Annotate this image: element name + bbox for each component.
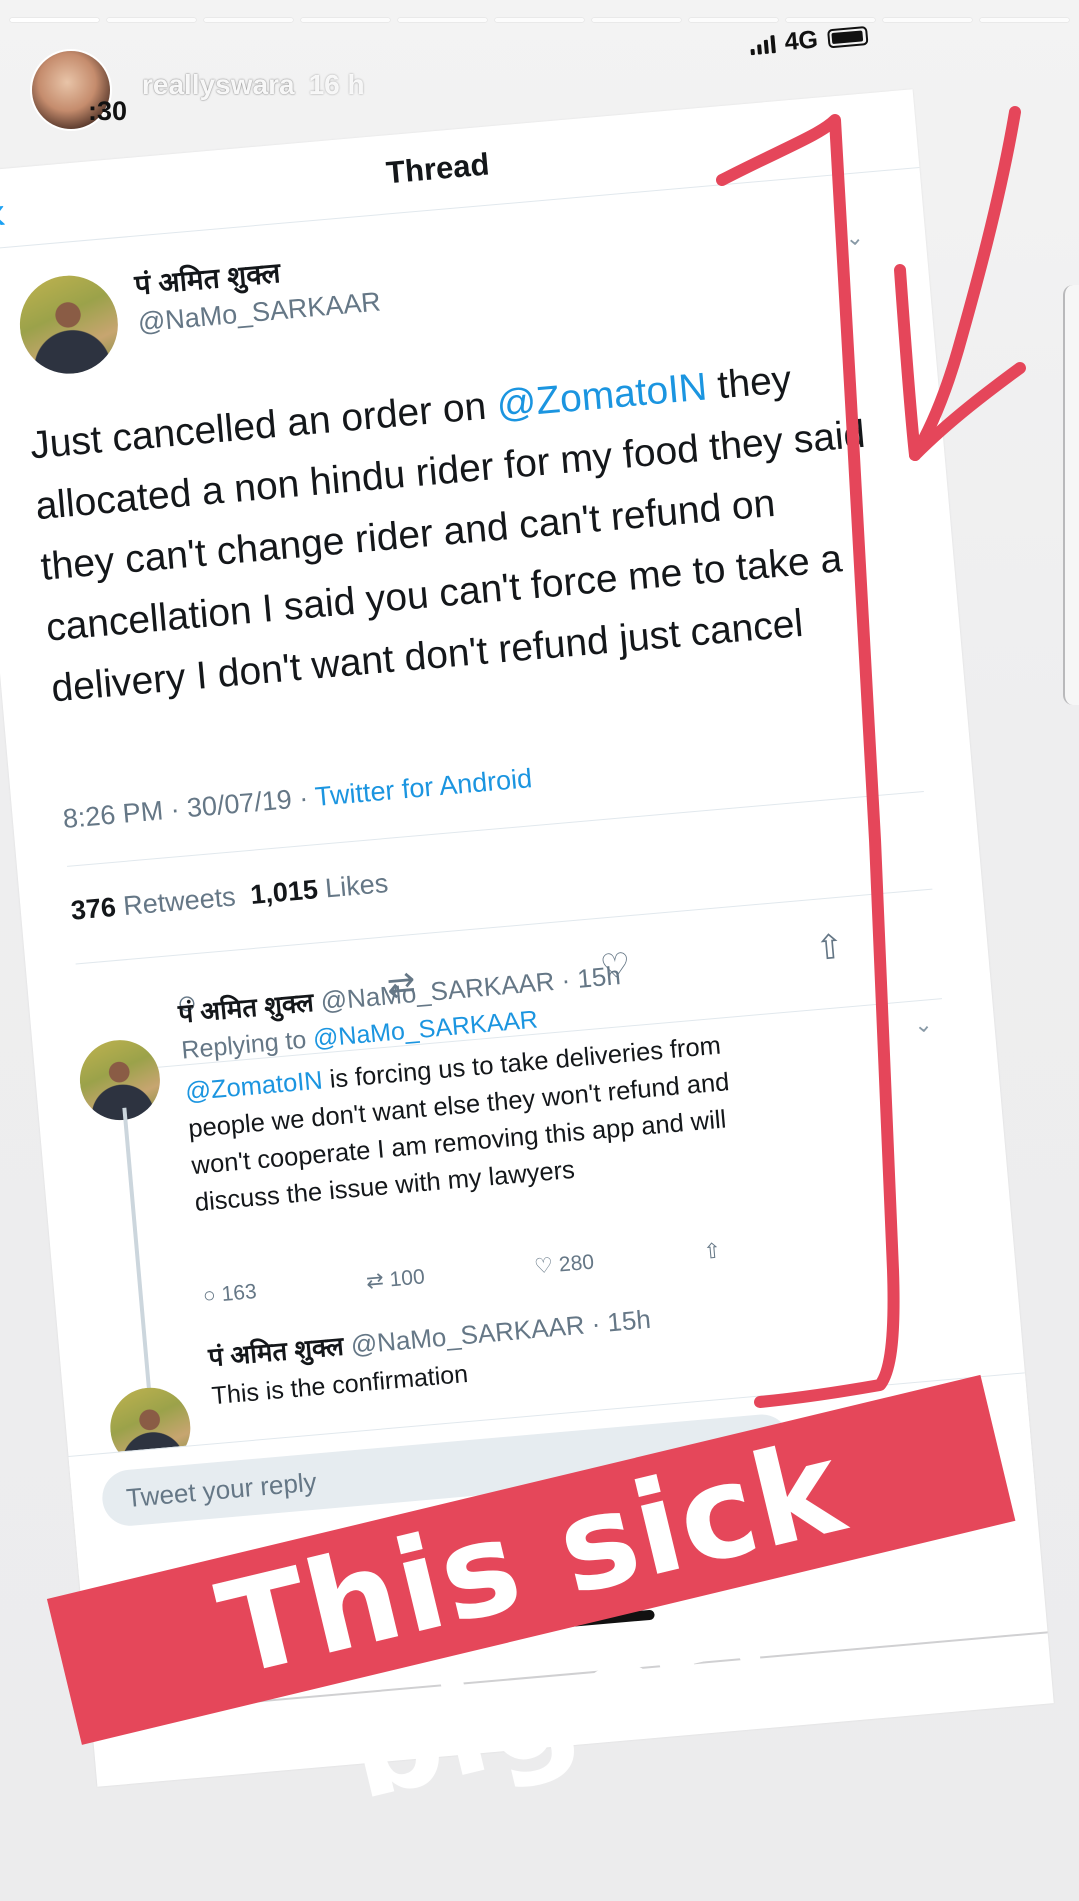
share-button[interactable]: ⇧ (702, 1238, 723, 1264)
story-progress-segment (204, 18, 293, 22)
tweet-text: Just cancelled an order on @ZomatoIN the… (28, 342, 901, 720)
story-time: 16 h (308, 69, 365, 100)
tweet-source-link[interactable]: Twitter for Android (314, 763, 533, 812)
retweet-button[interactable]: ⇄ 100 (365, 1264, 426, 1294)
like-label: Likes (323, 868, 390, 904)
story-progress-segment (495, 18, 584, 22)
chevron-down-icon[interactable]: ⌄ (844, 224, 865, 252)
story-progress (10, 18, 1069, 24)
retweet-icon: ⇄ (365, 1268, 385, 1294)
like-icon: ♡ (533, 1254, 555, 1279)
retweet-count: 100 (388, 1264, 426, 1291)
side-tab (1063, 285, 1079, 705)
reply-handle-time: @NaMo_SARKAAR · 15h (349, 1303, 652, 1360)
story-progress-segment (689, 18, 778, 22)
mention-link[interactable]: @ZomatoIN (495, 365, 709, 426)
reply-actions: ○ 163 ⇄ 100 ♡ 280 ⇧ (202, 1238, 722, 1308)
reply-count: 163 (220, 1279, 258, 1306)
signal-icon (749, 34, 776, 55)
reply-text-body: is forcing us to take deliveries from pe… (187, 1031, 731, 1217)
replying-to-label: Replying to (180, 1025, 315, 1065)
chevron-down-icon[interactable]: ⌄ (913, 1011, 934, 1039)
story-progress-segment (883, 18, 972, 22)
thread-connector (122, 1107, 151, 1389)
story-progress-segment (980, 18, 1069, 22)
story-username[interactable]: reallyswara (142, 69, 295, 101)
reply-button[interactable]: ○ 163 (202, 1279, 258, 1309)
story-progress-segment (10, 18, 99, 22)
retweet-label: Retweets (122, 881, 237, 922)
share-icon[interactable]: ⇧ (798, 925, 861, 970)
avatar[interactable] (76, 1036, 164, 1124)
story-progress-segment (107, 18, 196, 22)
like-button[interactable]: ♡ 280 (533, 1250, 595, 1280)
network-label: 4G (783, 25, 820, 57)
like-count: 280 (557, 1250, 595, 1276)
reply-author-name[interactable]: पं अमित शुक्ल (177, 987, 315, 1029)
tweet-timestamp: 8:26 PM · 30/07/19 · (61, 782, 317, 835)
mention-link[interactable]: @ZomatoIN (184, 1066, 324, 1106)
story-header[interactable]: reallyswara 16 h (30, 49, 365, 131)
share-icon: ⇧ (702, 1239, 723, 1264)
tweet-meta: 8:26 PM · 30/07/19 · Twitter for Android (62, 763, 534, 835)
status-clock: :30 (88, 96, 128, 126)
retweet-count[interactable]: 376 (70, 892, 118, 926)
story-progress-segment (398, 18, 487, 22)
reply-author-name[interactable]: पं अमित शुक्ल (207, 1331, 345, 1373)
reply-icon: ○ (202, 1283, 217, 1308)
battery-icon (827, 25, 869, 49)
tweet-stats: 376 Retweets 1,015 Likes (70, 868, 390, 927)
story-progress-segment (301, 18, 390, 22)
like-count[interactable]: 1,015 (249, 874, 319, 910)
avatar[interactable] (15, 271, 122, 378)
story-progress-segment (592, 18, 681, 22)
